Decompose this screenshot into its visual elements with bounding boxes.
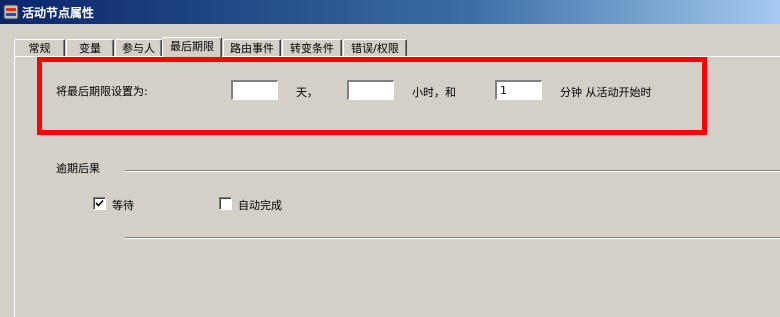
bottom-divider: [125, 237, 780, 239]
tab-participants[interactable]: 参与人: [115, 39, 162, 57]
wait-checkbox[interactable]: [93, 197, 106, 210]
tab-variables[interactable]: 变量: [66, 39, 114, 57]
minutes-input[interactable]: [495, 80, 542, 100]
auto-complete-label: 自动完成: [238, 199, 282, 212]
wait-label: 等待: [112, 199, 134, 212]
hours-input[interactable]: [347, 80, 394, 100]
window-title: 活动节点属性: [22, 6, 95, 20]
tab-routing-events[interactable]: 路由事件: [223, 39, 281, 57]
check-icon: [95, 199, 104, 207]
days-input[interactable]: [231, 80, 278, 100]
minutes-unit-label: 分钟 从活动开始时: [560, 86, 652, 99]
deadline-label: 将最后期限设置为:: [56, 85, 148, 98]
tab-errors-permissions[interactable]: 错误/权限: [343, 39, 407, 57]
app-icon: [3, 4, 19, 20]
days-unit-label: 天，: [296, 86, 318, 99]
tab-deadline[interactable]: 最后期限: [162, 37, 222, 58]
section-divider: [125, 170, 780, 172]
auto-complete-checkbox[interactable]: [219, 197, 232, 210]
overdue-section-label: 逾期后果: [56, 162, 100, 175]
hours-unit-label: 小时，和: [412, 86, 456, 99]
tab-transition-conditions[interactable]: 转变条件: [282, 39, 342, 57]
title-bar: 活动节点属性: [0, 0, 780, 24]
tab-general[interactable]: 常规: [14, 39, 65, 57]
